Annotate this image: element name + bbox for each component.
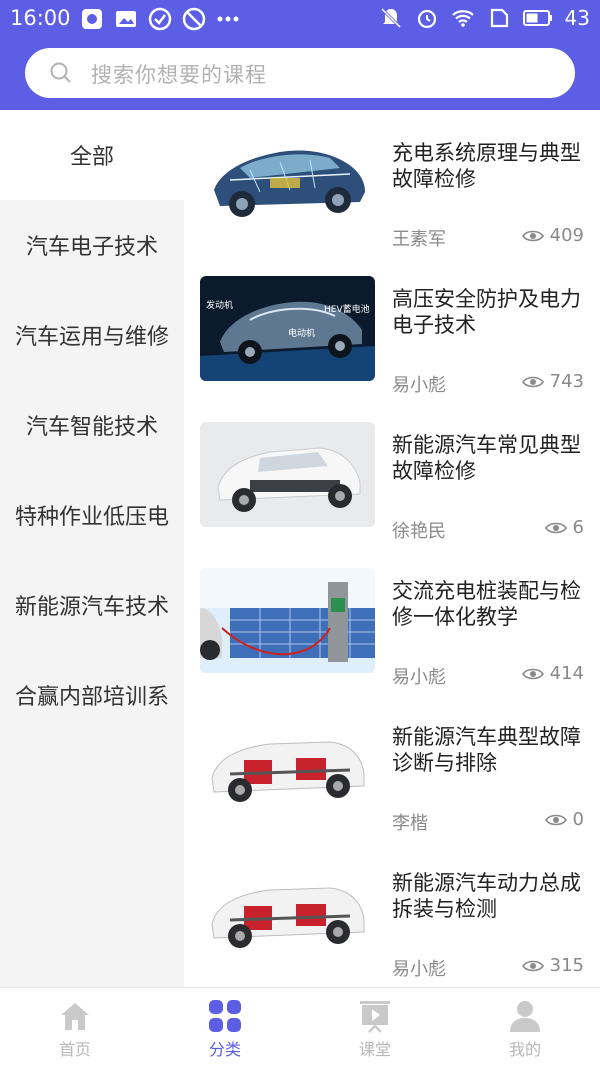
tab-label: 首页 (58, 1040, 91, 1059)
view-count: 6 (572, 517, 584, 538)
tab-classroom[interactable]: 课堂 (300, 988, 450, 1067)
course-title: 新能源汽车动力总成拆装与检测 (392, 871, 581, 921)
mute-bell-icon (380, 7, 401, 29)
sidebar-item-label: 新能源汽车技术 (14, 595, 169, 620)
course-item[interactable]: 充电系统原理与典型故障检修 王素军 409 (184, 120, 600, 266)
profile-icon (510, 1001, 540, 1032)
course-item[interactable]: 新能源汽车典型故障诊断与排除 李楷 0 (184, 704, 600, 850)
alarm-icon (417, 9, 436, 29)
view-count: 414 (549, 663, 584, 684)
svg-text:发动机: 发动机 (206, 299, 233, 311)
sidebar-item-auto-maintenance[interactable]: 汽车运用与维修 (0, 290, 184, 380)
sidebar-item-label: 全部 (69, 145, 114, 170)
tab-home[interactable]: 首页 (0, 988, 150, 1067)
course-title: 新能源汽车典型故障诊断与排除 (392, 725, 581, 775)
sidebar-item-intelligent-tech[interactable]: 汽车智能技术 (0, 380, 184, 470)
eye-icon (521, 668, 544, 679)
system-icons: 43 (379, 6, 590, 30)
eye-icon (521, 960, 544, 971)
sidebar-item-label: 特种作业低压电 (14, 505, 169, 530)
course-item[interactable]: 新能源汽车动力总成拆装与检测 易小彪 315 (184, 850, 600, 996)
course-views: 0 (544, 809, 584, 830)
battery-level: 43 (564, 6, 590, 30)
course-title: 新能源汽车常见典型故障检修 (392, 433, 581, 483)
view-count: 743 (549, 371, 584, 392)
sidebar-item-label: 合赢内部培训系 (14, 685, 169, 710)
tab-label: 课堂 (358, 1040, 391, 1059)
course-item[interactable]: 交流充电桩装配与检修一体化教学 易小彪 414 (184, 558, 600, 704)
sidebar-item-internal-training[interactable]: 合赢内部培训系 (0, 650, 184, 740)
block-icon (182, 7, 206, 31)
tab-profile[interactable]: 我的 (450, 988, 600, 1067)
search-input[interactable]: 搜索你想要的课程 (91, 59, 267, 89)
course-item[interactable]: 新能源汽车常见典型故障检修 徐艳民 6 (184, 412, 600, 558)
course-views: 743 (521, 371, 584, 392)
wifi-icon (451, 10, 474, 27)
course-views: 6 (544, 517, 584, 538)
course-thumbnail (200, 130, 375, 235)
course-author: 徐艳民 (392, 521, 446, 542)
course-thumbnail: 发动机 HEV蓄电池 电动机 (200, 276, 375, 381)
svg-text:电动机: 电动机 (288, 327, 315, 339)
category-sidebar: 全部 汽车电子技术 汽车运用与维修 汽车智能技术 特种作业低压电 新能源汽车技术… (0, 110, 184, 987)
eye-icon (544, 522, 567, 533)
course-title: 交流充电桩装配与检修一体化教学 (392, 579, 581, 629)
status-bar: 16:00 43 (0, 0, 600, 38)
app-notification-icon (82, 9, 102, 29)
course-views: 409 (521, 225, 584, 246)
tab-label: 分类 (208, 1040, 241, 1059)
course-item[interactable]: 发动机 HEV蓄电池 电动机 高压安全防护及电力电子技术 易小彪 743 (184, 266, 600, 412)
course-views: 315 (521, 955, 584, 976)
notification-icons (80, 7, 240, 31)
course-title: 充电系统原理与典型故障检修 (392, 141, 581, 191)
sidebar-item-new-energy[interactable]: 新能源汽车技术 (0, 560, 184, 650)
battery-icon (522, 10, 552, 26)
bottom-tab-bar: 首页 分类 课堂 我的 (0, 987, 600, 1067)
course-author: 易小彪 (392, 375, 446, 396)
view-count: 409 (549, 225, 584, 246)
sidebar-item-label: 汽车电子技术 (25, 235, 158, 260)
course-title: 高压安全防护及电力电子技术 (392, 287, 581, 337)
course-views: 414 (521, 663, 584, 684)
view-count: 315 (549, 955, 584, 976)
status-time: 16:00 (10, 6, 71, 30)
course-author: 李楷 (392, 813, 428, 834)
classroom-icon (360, 1001, 390, 1033)
sidebar-item-all[interactable]: 全部 (0, 110, 184, 200)
search-bar[interactable]: 搜索你想要的课程 (25, 48, 575, 98)
course-author: 易小彪 (392, 959, 446, 980)
svg-text:HEV蓄电池: HEV蓄电池 (324, 303, 370, 315)
eye-icon (521, 376, 544, 387)
app-root: 16:00 43 搜索你想要的课程 全部 汽车电子技术 汽车运用与维修 汽车智能… (0, 0, 600, 1067)
sidebar-item-label: 汽车智能技术 (25, 415, 158, 440)
more-dots-icon (217, 16, 239, 22)
course-thumbnail (200, 568, 375, 673)
course-list: 充电系统原理与典型故障检修 王素军 409 发动机 HEV蓄电池 电动机 高压安… (184, 110, 600, 987)
tab-label: 我的 (508, 1040, 541, 1059)
image-notification-icon (116, 11, 136, 27)
sim-icon (490, 8, 508, 28)
category-icon (209, 1000, 241, 1032)
home-icon (61, 1003, 89, 1030)
course-thumbnail (200, 860, 375, 965)
sidebar-item-label: 汽车运用与维修 (14, 325, 169, 350)
header: 16:00 43 搜索你想要的课程 (0, 0, 600, 110)
sidebar-item-auto-electronics[interactable]: 汽车电子技术 (0, 200, 184, 290)
tab-category[interactable]: 分类 (150, 988, 300, 1067)
eye-icon (544, 814, 567, 825)
check-circle-icon (148, 7, 172, 31)
sidebar-item-low-voltage[interactable]: 特种作业低压电 (0, 470, 184, 560)
course-thumbnail (200, 714, 375, 819)
search-icon (50, 62, 71, 83)
course-author: 易小彪 (392, 667, 446, 688)
course-thumbnail (200, 422, 375, 527)
course-author: 王素军 (392, 229, 446, 250)
eye-icon (521, 230, 544, 241)
view-count: 0 (572, 809, 584, 830)
